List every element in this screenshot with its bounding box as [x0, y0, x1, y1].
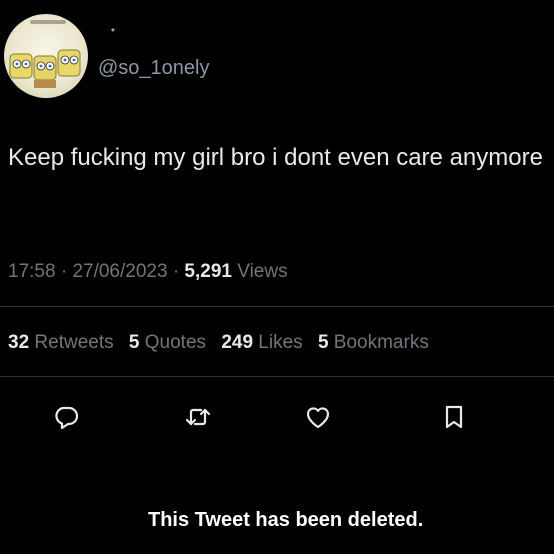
bookmarks-stat[interactable]: 5 Bookmarks	[318, 332, 429, 353]
verified-mark: *	[111, 27, 115, 38]
views-label: Views	[237, 261, 288, 282]
tweet-meta: 17:58 · 27/06/2023 · 5,291 Views	[8, 258, 288, 286]
like-icon	[306, 407, 330, 429]
retweet-button[interactable]	[184, 403, 212, 431]
tweet-text: Keep fucking my girl bro i dont even car…	[8, 144, 543, 171]
retweets-count: 32	[8, 332, 30, 353]
author-handle[interactable]: @so_1onely	[98, 56, 209, 80]
tweet-time[interactable]: 17:58	[8, 261, 56, 282]
engagement-stats: 32 Retweets 5 Quotes 249 Likes 5 Bookmar…	[8, 329, 554, 357]
like-button[interactable]	[304, 403, 332, 431]
meta-separator: ·	[172, 261, 180, 282]
divider	[0, 306, 554, 307]
views-count: 5,291	[184, 261, 232, 282]
reply-icon	[55, 406, 79, 430]
likes-count: 249	[221, 332, 254, 353]
quotes-count: 5	[128, 332, 140, 353]
retweets-label: Retweets	[34, 332, 114, 353]
reply-button[interactable]	[52, 403, 80, 431]
retweet-icon	[185, 408, 211, 426]
retweets-stat[interactable]: 32 Retweets	[8, 332, 114, 353]
bookmark-button[interactable]	[440, 403, 468, 431]
cartoon-avatar-icon	[9, 49, 81, 88]
quotes-stat[interactable]: 5 Quotes	[129, 332, 206, 353]
meta-separator: ·	[60, 261, 68, 282]
likes-stat[interactable]: 249 Likes	[221, 332, 302, 353]
bookmarks-count: 5	[317, 332, 329, 353]
deleted-notice: This Tweet has been deleted.	[148, 509, 424, 531]
likes-label: Likes	[258, 332, 303, 353]
tweet-date[interactable]: 27/06/2023	[72, 261, 167, 282]
bookmark-icon	[445, 405, 463, 429]
quotes-label: Quotes	[144, 332, 207, 353]
bookmarks-label: Bookmarks	[333, 332, 429, 353]
avatar[interactable]	[4, 14, 88, 98]
divider	[0, 376, 554, 377]
